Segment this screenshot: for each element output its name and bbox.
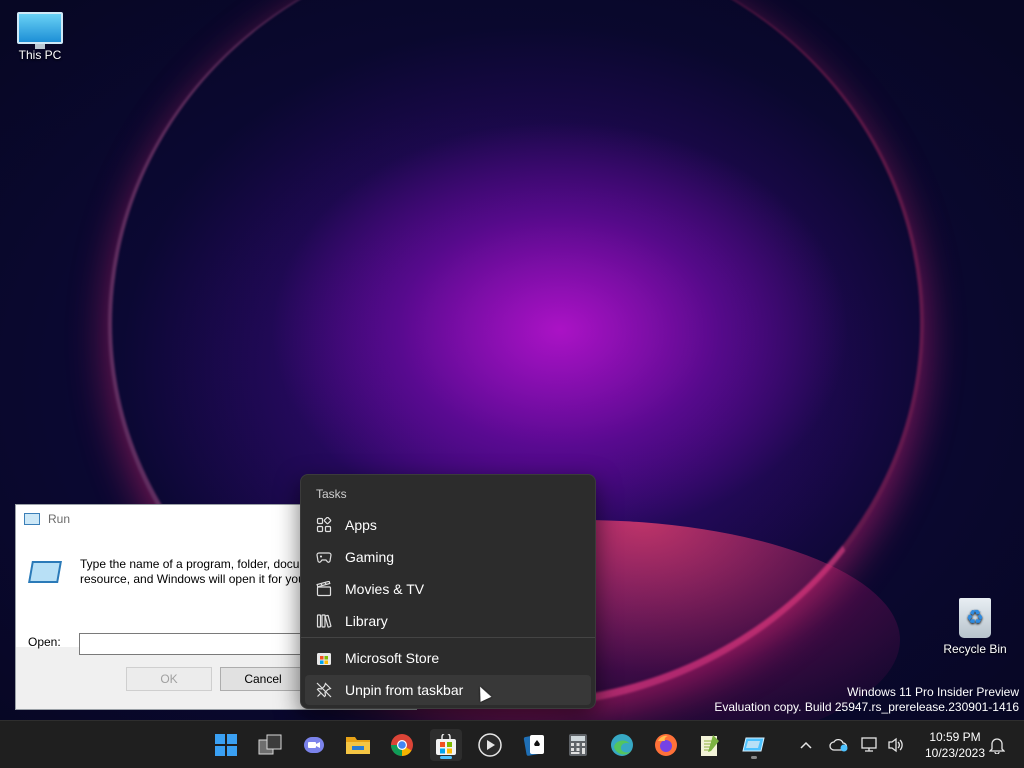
- task-view-button[interactable]: [254, 729, 286, 761]
- task-view-icon: [258, 734, 282, 755]
- calculator-icon: [569, 734, 587, 756]
- watermark-line-1: Windows 11 Pro Insider Preview: [847, 685, 1019, 699]
- clapperboard-icon: [316, 581, 332, 597]
- play-icon: [478, 733, 502, 757]
- jump-item-gaming[interactable]: Gaming: [305, 542, 591, 572]
- cards-icon: [523, 735, 544, 756]
- bell-icon: [989, 738, 1005, 754]
- firefox-button[interactable]: [650, 729, 682, 761]
- notepad-plus-button[interactable]: [694, 729, 726, 761]
- desktop-icon-label: Recycle Bin: [943, 642, 1007, 656]
- taskbar: 10:59 PM 10/23/2023: [0, 720, 1024, 768]
- folder-icon: [346, 737, 370, 754]
- windows-logo-icon: [215, 734, 237, 756]
- run-button[interactable]: [738, 729, 770, 761]
- store-icon: [436, 734, 456, 755]
- jump-item-unpin-from-taskbar[interactable]: Unpin from taskbar: [305, 675, 591, 705]
- jump-item-label: Movies & TV: [345, 581, 425, 597]
- chat-button[interactable]: [298, 729, 330, 761]
- network-tray-button[interactable]: [858, 721, 882, 768]
- ok-button[interactable]: OK: [126, 667, 212, 691]
- chevron-up-icon: [800, 741, 812, 749]
- recycle-bin-icon: ♻: [959, 598, 991, 638]
- chrome-button[interactable]: [386, 729, 418, 761]
- tasks-header: Tasks: [316, 487, 347, 501]
- run-title: Run: [48, 512, 71, 526]
- run-program-icon: [28, 561, 62, 583]
- file-explorer-button[interactable]: [342, 729, 374, 761]
- cancel-button[interactable]: Cancel: [220, 667, 306, 691]
- edge-button[interactable]: [606, 729, 638, 761]
- jump-item-label: Unpin from taskbar: [345, 682, 464, 698]
- unpin-icon: [316, 682, 332, 698]
- camera-chat-icon: [304, 737, 324, 753]
- active-indicator: [440, 756, 452, 759]
- run-icon: [24, 513, 40, 525]
- start-button[interactable]: [210, 729, 242, 761]
- jump-item-label: Apps: [345, 517, 377, 533]
- store-jump-list: Tasks Apps Gaming Movies & TV Library Mi…: [300, 474, 596, 709]
- computer-icon: [17, 12, 63, 49]
- library-icon: [316, 613, 332, 629]
- onedrive-tray-button[interactable]: [826, 721, 852, 768]
- running-indicator: [751, 756, 757, 759]
- notifications-button[interactable]: [984, 721, 1010, 768]
- network-icon: [861, 737, 877, 752]
- jump-item-label: Gaming: [345, 549, 395, 565]
- calculator-button[interactable]: [562, 729, 594, 761]
- gamepad-icon: [316, 549, 332, 565]
- jump-item-apps[interactable]: Apps: [305, 510, 591, 540]
- media-player-button[interactable]: [474, 729, 506, 761]
- open-label: Open:: [28, 635, 61, 649]
- jump-item-label: Library: [345, 613, 388, 629]
- solitaire-button[interactable]: [518, 729, 550, 761]
- apps-icon: [316, 517, 332, 533]
- jump-list-divider: [301, 637, 595, 638]
- edge-icon: [611, 734, 633, 756]
- firefox-icon: [655, 734, 677, 756]
- jump-item-microsoft-store[interactable]: Microsoft Store: [305, 643, 591, 673]
- volume-tray-button[interactable]: [884, 721, 908, 768]
- jump-item-library[interactable]: Library: [305, 606, 591, 636]
- notepad-icon: [701, 735, 719, 756]
- microsoft-store-button[interactable]: [430, 729, 462, 761]
- evaluation-watermark: Windows 11 Pro Insider Preview Evaluatio…: [714, 685, 1019, 715]
- watermark-line-2: Evaluation copy. Build 25947.rs_prerelea…: [714, 700, 1019, 714]
- cloud-icon: [829, 738, 848, 752]
- desktop-icon-recycle-bin[interactable]: ♻ Recycle Bin: [935, 598, 1015, 656]
- run-icon: [742, 737, 765, 752]
- speaker-icon: [888, 737, 903, 753]
- desktop-icon-this-pc[interactable]: This PC: [0, 12, 80, 62]
- jump-item-movies-tv[interactable]: Movies & TV: [305, 574, 591, 604]
- store-icon: [316, 650, 332, 666]
- jump-item-label: Microsoft Store: [345, 650, 440, 666]
- desktop-icon-label: This PC: [18, 48, 62, 62]
- chrome-icon: [391, 734, 413, 756]
- show-hidden-icons-button[interactable]: [794, 721, 818, 768]
